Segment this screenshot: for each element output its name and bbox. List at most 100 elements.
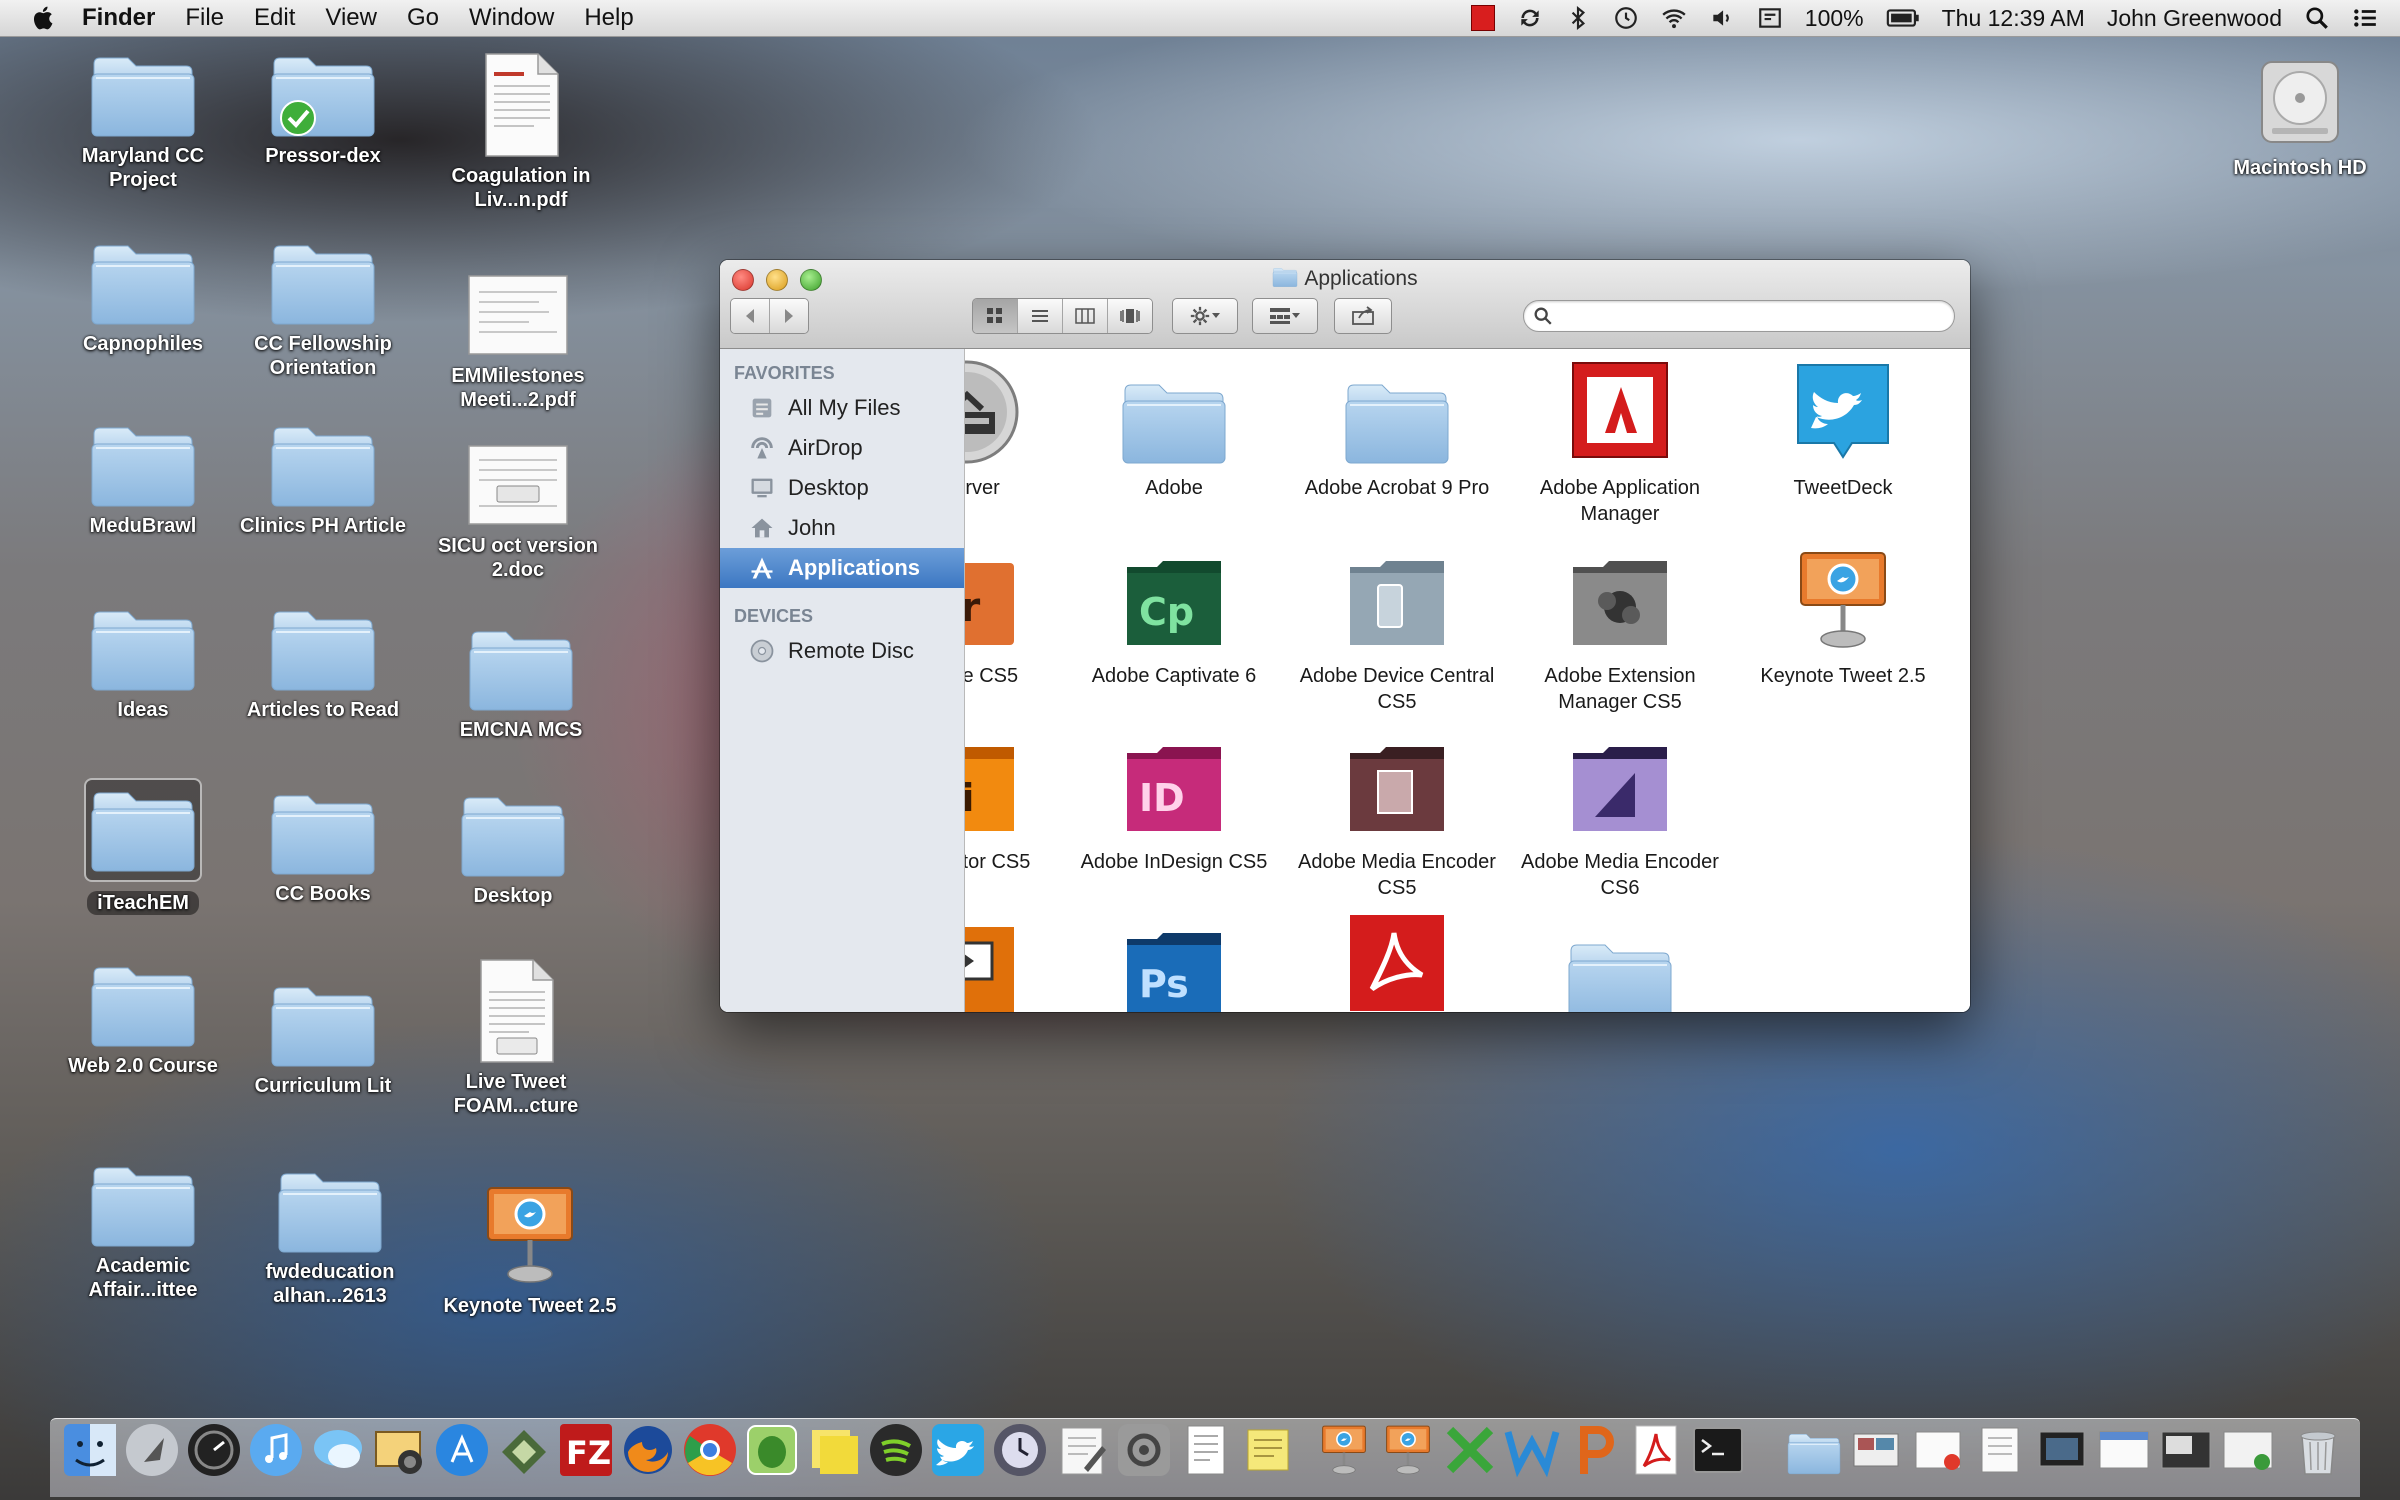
stickies-icon[interactable] <box>806 1422 862 1478</box>
twitter-icon[interactable] <box>930 1422 986 1478</box>
app-item[interactable]: Ps <box>1064 917 1284 1012</box>
script-editor-icon[interactable] <box>496 1422 552 1478</box>
firefox-icon[interactable] <box>620 1422 676 1478</box>
sidebar-item-john[interactable]: John <box>720 508 964 548</box>
menu-edit[interactable]: Edit <box>254 4 295 32</box>
arrange-button[interactable] <box>1252 298 1318 334</box>
app-item[interactable]: Keynote Tweet 2.5 <box>1733 545 1953 689</box>
chrome-icon[interactable] <box>682 1422 738 1478</box>
app-item[interactable]: rServer <box>965 357 1077 501</box>
spotify-icon[interactable] <box>868 1422 924 1478</box>
messages-icon[interactable] <box>310 1422 366 1478</box>
share-button[interactable] <box>1334 298 1392 334</box>
downloads-stack-icon[interactable] <box>1910 1422 1966 1478</box>
desktop-item[interactable]: EMMilestones Meeti...2.pdf <box>428 270 608 412</box>
keynote-tweet-icon[interactable] <box>1380 1422 1436 1478</box>
app-item[interactable]: Adobe Media Encoder CS5 <box>1287 731 1507 901</box>
sidebar-item-all-my-files[interactable]: All My Files <box>720 388 964 428</box>
menu-help[interactable]: Help <box>584 4 633 32</box>
menu-go[interactable]: Go <box>407 4 439 32</box>
sticky-note-icon[interactable] <box>1240 1422 1296 1478</box>
system-preferences-icon[interactable] <box>1116 1422 1172 1478</box>
sidebar-item-applications[interactable]: Applications <box>720 548 964 588</box>
spotlight-icon[interactable] <box>2304 5 2330 31</box>
column-view-button[interactable] <box>1063 299 1108 333</box>
desktop-item[interactable]: Pressor-dex <box>233 50 413 168</box>
icon-view-button[interactable] <box>973 299 1018 333</box>
sidebar-item-airdrop[interactable]: AirDrop <box>720 428 964 468</box>
search-input[interactable] <box>1560 304 1944 328</box>
app-item[interactable]: ID Adobe InDesign CS5 <box>1064 731 1284 875</box>
search-field[interactable] <box>1523 300 1955 332</box>
file-stack-icon[interactable] <box>2220 1422 2276 1478</box>
desktop-item[interactable]: Capnophiles <box>53 238 233 356</box>
acrobat-reader-icon[interactable] <box>1628 1422 1684 1478</box>
app-item[interactable]: Adobe Extension Manager CS5 <box>1510 545 1730 715</box>
desktop-item[interactable]: Ideas <box>53 604 233 722</box>
app-store-icon[interactable] <box>434 1422 490 1478</box>
desktop-item-selected[interactable]: iTeachEM <box>53 778 233 915</box>
app-item[interactable]: Adobe Device Central CS5 <box>1287 545 1507 715</box>
keynote-icon[interactable] <box>1316 1422 1372 1478</box>
notification-center-icon[interactable] <box>2352 5 2378 31</box>
desktop-item[interactable]: EMCNA MCS <box>431 624 611 742</box>
menubar-user[interactable]: John Greenwood <box>2107 5 2282 32</box>
menu-file[interactable]: File <box>185 4 224 32</box>
desktop-item[interactable]: fwdeducation alhan...2613 <box>240 1166 420 1308</box>
menu-app-finder[interactable]: Finder <box>82 4 155 32</box>
screenshot-stack-icon[interactable] <box>2034 1422 2090 1478</box>
sync-icon[interactable] <box>1517 5 1543 31</box>
app-item[interactable]: Cp Adobe Captivate 6 <box>1064 545 1284 689</box>
itunes-icon[interactable] <box>248 1422 304 1478</box>
bluetooth-icon[interactable] <box>1565 5 1591 31</box>
app-item[interactable] <box>965 917 1077 1012</box>
volume-icon[interactable] <box>1709 5 1735 31</box>
documents-stack-icon[interactable] <box>1848 1422 1904 1478</box>
desktop-item[interactable]: Articles to Read <box>233 604 413 722</box>
app-item[interactable] <box>1287 909 1507 1012</box>
coverflow-view-button[interactable] <box>1108 299 1152 333</box>
document-stack-icon[interactable] <box>1972 1422 2028 1478</box>
desktop-item[interactable]: MeduBrawl <box>53 420 233 538</box>
excel-icon[interactable] <box>1442 1422 1498 1478</box>
menu-view[interactable]: View <box>325 4 377 32</box>
sidebar-item-desktop[interactable]: Desktop <box>720 468 964 508</box>
list-view-button[interactable] <box>1018 299 1063 333</box>
terminal-icon[interactable] <box>1690 1422 1746 1478</box>
app-item[interactable]: TweetDeck <box>1733 357 1953 501</box>
textedit-icon[interactable] <box>1054 1422 1110 1478</box>
desktop-item[interactable]: Live Tweet FOAM...cture <box>426 956 606 1118</box>
app-item[interactable]: Adobe <box>1064 357 1284 501</box>
desktop-item-macintosh-hd[interactable]: Macintosh HD <box>2210 52 2390 180</box>
wifi-icon[interactable] <box>1661 5 1687 31</box>
word-icon[interactable] <box>1504 1422 1560 1478</box>
desktop-item[interactable]: CC Books <box>233 788 413 906</box>
desktop-item[interactable]: Curriculum Lit <box>233 980 413 1098</box>
desktop-item[interactable]: Academic Affair...ittee <box>53 1160 233 1302</box>
finder-icon[interactable] <box>62 1422 118 1478</box>
web-page-stack-icon[interactable] <box>2096 1422 2152 1478</box>
app-item[interactable]: Adobe Application Manager <box>1510 357 1730 527</box>
time-machine-icon[interactable] <box>1613 5 1639 31</box>
launchpad-icon[interactable] <box>124 1422 180 1478</box>
desktop-item[interactable]: Maryland CC Project <box>53 50 233 192</box>
sidebar-item-remote-disc[interactable]: Remote Disc <box>720 631 964 671</box>
desktop-item[interactable]: CC Fellowship Orientation <box>233 238 413 380</box>
evernote-icon[interactable] <box>744 1422 800 1478</box>
apple-menu-icon[interactable] <box>30 4 58 32</box>
desktop-item[interactable]: Coagulation in Liv...n.pdf <box>431 50 611 212</box>
app-item[interactable]: Br Bridge CS5 <box>965 545 1077 689</box>
app-item[interactable]: Ai Illustrator CS5 <box>965 731 1077 875</box>
time-machine-icon[interactable] <box>992 1422 1048 1478</box>
app-item[interactable]: Adobe Acrobat 9 Pro <box>1287 357 1507 501</box>
forward-button[interactable] <box>770 299 808 333</box>
action-menu-button[interactable] <box>1172 298 1238 334</box>
presentation-stack-icon[interactable] <box>2158 1422 2214 1478</box>
notes-icon[interactable] <box>1178 1422 1234 1478</box>
screen-capture-icon[interactable] <box>1757 5 1783 31</box>
desktop-item[interactable]: Desktop <box>423 790 603 908</box>
trash-icon[interactable] <box>2290 1422 2346 1478</box>
back-button[interactable] <box>731 299 770 333</box>
title-bar[interactable]: Applications <box>720 260 1970 349</box>
battery-icon[interactable] <box>1886 5 1920 31</box>
